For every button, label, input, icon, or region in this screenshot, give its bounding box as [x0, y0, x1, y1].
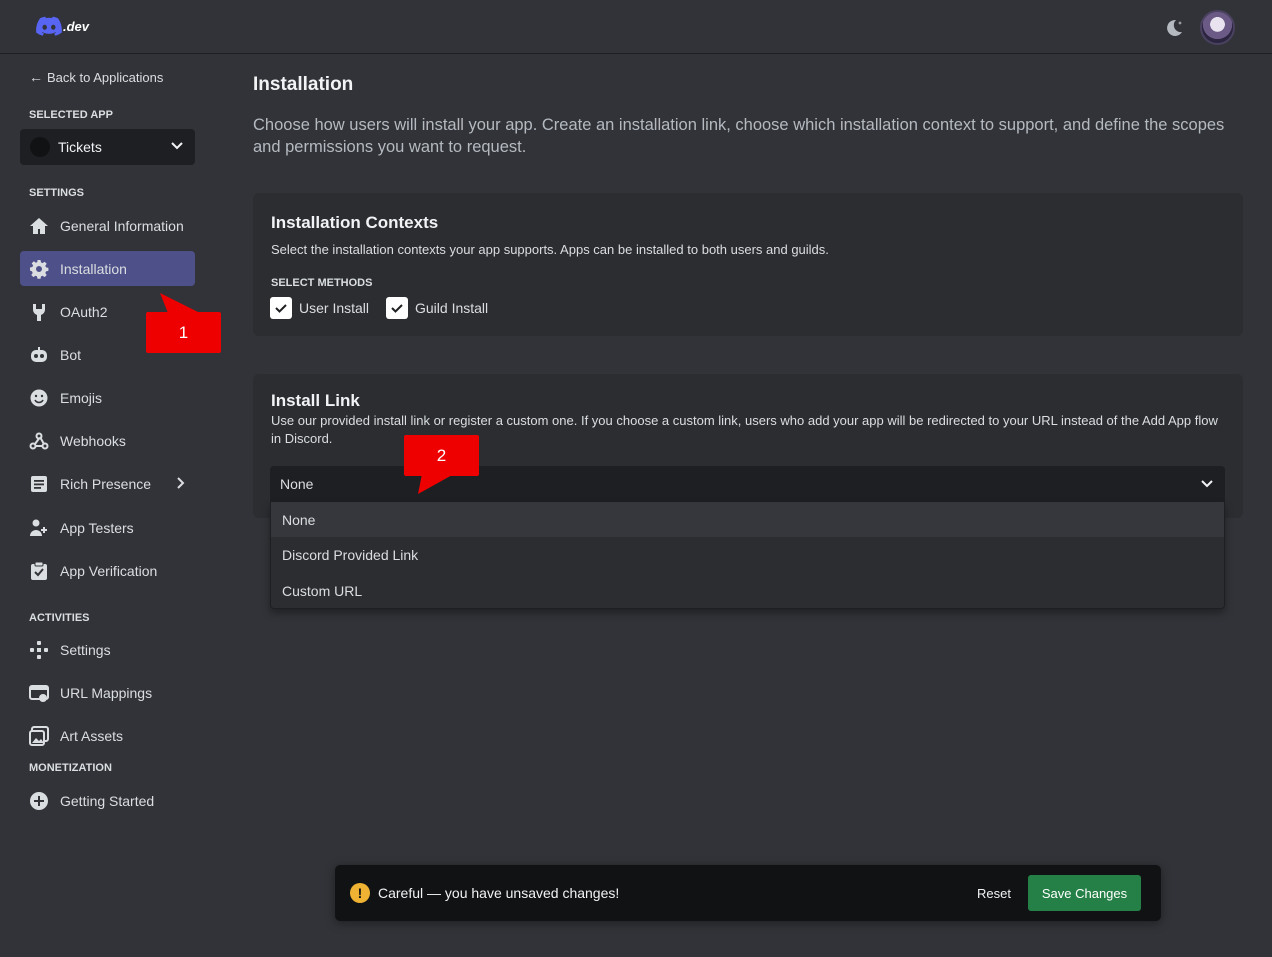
user-install-checkbox[interactable]: User Install: [270, 297, 369, 319]
sidebar-item-label: Bot: [60, 346, 82, 363]
activities-heading: ACTIVITIES: [29, 612, 90, 624]
select-methods-label: SELECT METHODS: [271, 277, 373, 289]
settings-heading: SETTINGS: [29, 187, 85, 199]
top-bar: .dev: [0, 0, 1272, 54]
sidebar-item-activity-settings[interactable]: Settings: [20, 632, 195, 667]
sidebar-item-getting-started[interactable]: Getting Started: [20, 783, 195, 818]
discord-logo-icon: [36, 16, 62, 36]
sidebar-item-label: Installation: [60, 260, 127, 277]
unsaved-changes-bar: ! Careful — you have unsaved changes! Re…: [335, 865, 1161, 921]
sidebar-item-label: Getting Started: [60, 792, 155, 809]
callout-marker-2: 2: [404, 435, 479, 476]
gear-icon: [28, 258, 50, 280]
webhook-icon: [28, 430, 50, 452]
sidebar-item-app-verification[interactable]: App Verification: [20, 553, 195, 588]
sidebar-item-label: Webhooks: [60, 432, 126, 449]
sidebar-item-label: Emojis: [60, 389, 103, 406]
chevron-down-icon: [171, 142, 183, 150]
sidebar-item-label: App Testers: [60, 519, 134, 536]
page-description: Choose how users will install your app. …: [253, 116, 1225, 156]
sidebar-item-label: URL Mappings: [60, 684, 153, 701]
chevron-down-icon: [1201, 480, 1213, 488]
sidebar-item-rich-presence[interactable]: Rich Presence: [20, 466, 195, 501]
installation-contexts-title: Installation Contexts: [271, 213, 439, 232]
image-icon: [28, 725, 50, 747]
sidebar-item-label: Art Assets: [60, 727, 124, 744]
reset-button[interactable]: Reset: [977, 886, 1011, 901]
sidebar: ← Back to Applications SELECTED APP Tick…: [0, 55, 232, 957]
install-link-title: Install Link: [271, 391, 360, 410]
app-selector[interactable]: Tickets: [20, 129, 195, 165]
save-changes-button[interactable]: Save Changes: [1028, 875, 1141, 911]
chevron-right-icon: [177, 477, 185, 489]
sidebar-item-label: App Verification: [60, 562, 158, 579]
page-title: Installation: [253, 74, 354, 95]
url-icon: [28, 682, 50, 704]
install-link-selected-value: None: [280, 476, 314, 492]
unsaved-changes-message: Careful — you have unsaved changes!: [378, 885, 620, 901]
install-link-options-menu: None Discord Provided Link Custom URL: [270, 502, 1225, 609]
installation-contexts-card: Installation Contexts Select the install…: [253, 193, 1243, 336]
smile-icon: [28, 387, 50, 409]
callout-marker-1: 1: [146, 312, 221, 353]
guild-install-checkbox[interactable]: Guild Install: [386, 297, 488, 319]
option-none[interactable]: None: [271, 502, 1224, 537]
document-icon: [28, 473, 50, 495]
logo-text: .dev: [63, 18, 90, 34]
home-icon: [28, 215, 50, 237]
sidebar-item-app-testers[interactable]: App Testers: [20, 510, 195, 545]
arrow-left-icon: ←: [29, 69, 43, 85]
sidebar-item-general-information[interactable]: General Information: [20, 208, 195, 243]
warning-icon: !: [350, 883, 370, 903]
sidebar-item-label: OAuth2: [60, 303, 108, 320]
sidebar-item-url-mappings[interactable]: URL Mappings: [20, 675, 195, 710]
monetization-heading: MONETIZATION: [29, 762, 112, 774]
moon-icon[interactable]: [1163, 17, 1185, 39]
sidebar-item-emojis[interactable]: Emojis: [20, 380, 195, 415]
bot-icon: [28, 344, 50, 366]
callout-2-pointer: [418, 474, 454, 494]
back-link-label: Back to Applications: [47, 69, 164, 85]
sidebar-item-webhooks[interactable]: Webhooks: [20, 423, 195, 458]
checkmark-icon: [270, 297, 292, 319]
gamepad-icon: [28, 639, 50, 661]
app-name: Tickets: [58, 139, 102, 155]
back-to-applications-link[interactable]: ← Back to Applications: [29, 69, 163, 85]
option-discord-provided-link[interactable]: Discord Provided Link: [271, 537, 1224, 572]
user-plus-icon: [28, 517, 50, 539]
option-custom-url[interactable]: Custom URL: [271, 573, 1224, 608]
checkmark-icon: [386, 297, 408, 319]
sidebar-item-installation[interactable]: Installation: [20, 251, 195, 286]
selected-app-heading: SELECTED APP: [29, 109, 113, 121]
discord-dev-logo[interactable]: .dev: [36, 16, 89, 36]
app-avatar: [30, 137, 50, 157]
sidebar-item-art-assets[interactable]: Art Assets: [20, 718, 195, 753]
sidebar-item-label: General Information: [60, 217, 184, 234]
user-avatar[interactable]: [1200, 10, 1235, 45]
sidebar-item-label: Settings: [60, 641, 111, 658]
plus-circle-icon: [28, 790, 50, 812]
wrench-icon: [28, 301, 50, 323]
sidebar-item-label: Rich Presence: [60, 475, 152, 492]
user-install-label: User Install: [299, 300, 370, 316]
guild-install-label: Guild Install: [415, 300, 489, 316]
installation-contexts-description: Select the installation contexts your ap…: [271, 242, 829, 257]
clipboard-check-icon: [28, 560, 50, 582]
